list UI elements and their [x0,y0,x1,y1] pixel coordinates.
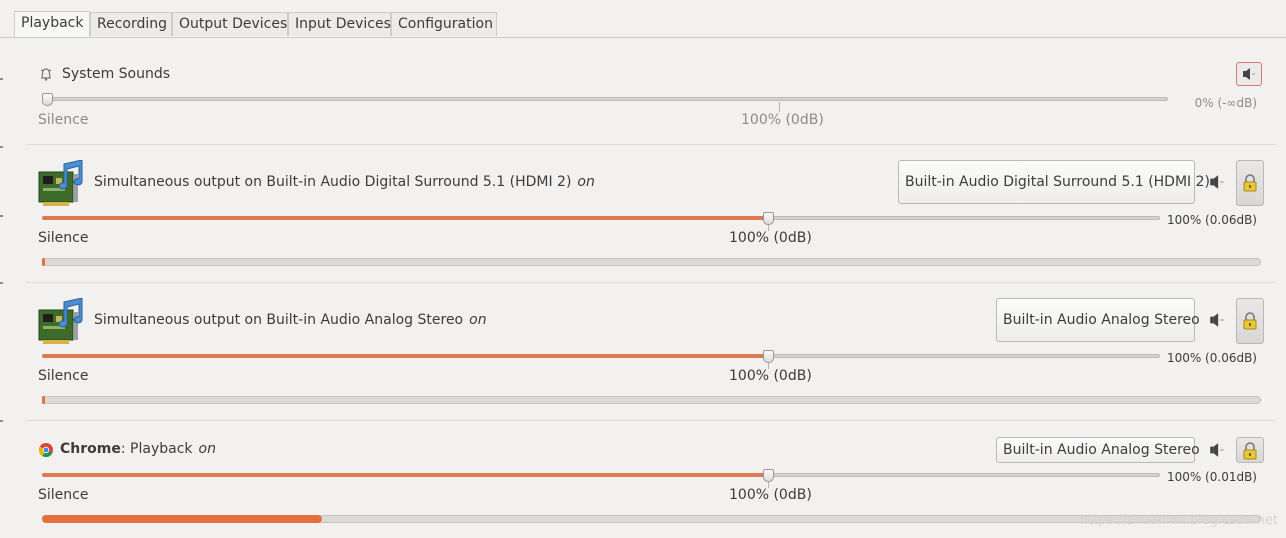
stream-title-text: Simultaneous output on Built-in Audio An… [94,312,464,328]
tab-configuration[interactable]: Configuration [391,12,497,36]
peak-meter-fill [42,515,322,523]
silence-label: Silence [38,230,89,246]
tab-playback[interactable]: Playback [14,11,90,37]
system-sounds-mute-button[interactable] [1236,62,1262,86]
mute-button[interactable] [1208,441,1226,459]
lock-channels-button[interactable] [1236,298,1264,344]
volume-slider-fill [42,473,769,477]
padlock-icon [1243,312,1257,330]
speaker-icon [1210,313,1224,327]
stream-title: Chrome: Playback on [60,441,216,457]
speaker-icon [1210,443,1224,457]
divider [26,282,1276,283]
volume-100-label: 100% (0dB) [729,487,812,503]
lock-channels-button[interactable] [1236,160,1264,206]
sound-card-music-icon [38,159,86,210]
stream-on-label: on [577,174,595,190]
mute-button[interactable] [1208,173,1226,191]
silence-label: Silence [38,112,89,128]
tab-bar: Playback Recording Output Devices Input … [0,0,1286,38]
silence-label: Silence [38,368,89,384]
volume-100-label: 100% (0dB) [729,230,812,246]
peak-meter [42,396,1261,404]
speaker-icon [1210,175,1224,189]
silence-label: Silence [38,487,89,503]
output-device-button[interactable]: Built-in Audio Analog Stereo [996,437,1200,463]
volume-value: 0% (-∞dB) [1194,96,1257,110]
peak-meter-fill [42,396,45,404]
tab-recording[interactable]: Recording [90,12,172,36]
lock-channels-button[interactable] [1236,437,1264,463]
stream-title-text: Simultaneous output on Built-in Audio Di… [94,174,572,190]
stream-title: Simultaneous output on Built-in Audio Di… [94,174,595,190]
app-name: Chrome [60,441,121,457]
volume-value: 100% (0.06dB) [1166,213,1257,227]
peak-meter-fill [42,258,45,266]
sound-card-music-icon [38,297,86,348]
volume-slider-thumb[interactable] [763,212,774,225]
volume-slider-thumb[interactable] [763,469,774,482]
stream-title: Simultaneous output on Built-in Audio An… [94,312,487,328]
tab-output-devices[interactable]: Output Devices [172,12,288,36]
system-sounds-slider-thumb[interactable] [42,93,53,106]
divider [26,420,1276,421]
volume-slider-thumb[interactable] [763,350,774,363]
padlock-icon [1243,442,1257,460]
slider-100-mark [779,102,780,112]
window-edge [0,0,4,538]
system-sounds-title: System Sounds [62,66,171,82]
volume-value: 100% (0.01dB) [1166,470,1257,484]
tab-input-devices[interactable]: Input Devices [288,12,391,36]
mute-button[interactable] [1208,311,1226,329]
padlock-icon [1243,174,1257,192]
system-sounds-volume-slider[interactable] [42,97,1168,101]
volume-slider-fill [42,216,769,220]
bell-icon [38,66,54,86]
volume-slider-fill [42,354,769,358]
volume-100-label: 100% (0dB) [741,112,824,128]
output-device-button[interactable]: Built-in Audio Analog Stereo [996,298,1200,342]
stream-on-label: on [469,312,487,328]
output-device-button[interactable]: Built-in Audio Digital Surround 5.1 (HDM… [898,160,1210,204]
volume-value: 100% (0.06dB) [1166,351,1257,365]
peak-meter [42,258,1261,266]
speaker-icon [1243,68,1255,80]
stream-title-text: : Playback [120,441,193,457]
stream-on-label: on [198,441,216,457]
volume-100-label: 100% (0dB) [729,368,812,384]
divider [26,144,1276,145]
chrome-icon [38,442,54,462]
watermark: https://zhuanlan.blog.csdn.net [1079,513,1278,528]
